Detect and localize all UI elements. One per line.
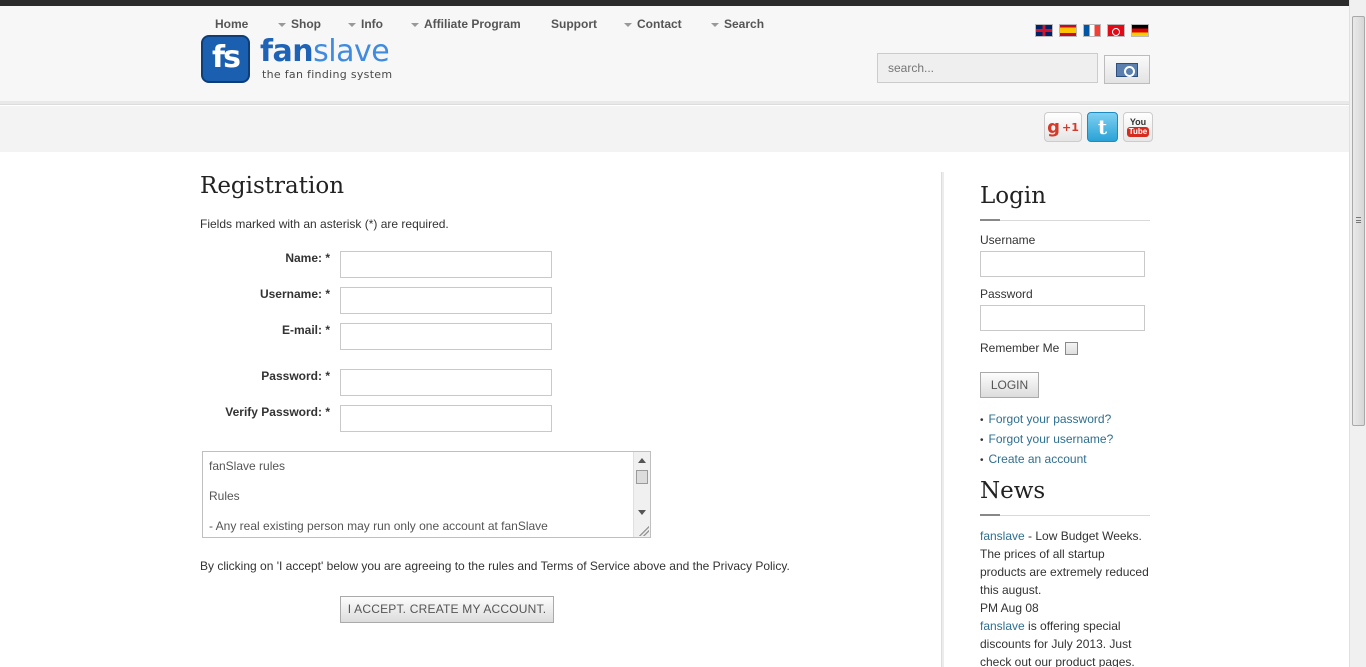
nav-contact[interactable]: Contact xyxy=(624,17,682,31)
header-separator xyxy=(0,101,1349,105)
login-password-input[interactable] xyxy=(980,305,1145,331)
youtube-icon-bottom: Tube xyxy=(1126,127,1150,137)
logo-wordmark: fanslave xyxy=(260,34,390,69)
page-scrollbar[interactable] xyxy=(1349,0,1366,667)
email-label: E-mail: * xyxy=(281,323,330,337)
remember-me-label: Remember Me xyxy=(980,341,1060,355)
link-text: Forgot your username? xyxy=(988,432,1114,446)
page-scroll-thumb[interactable] xyxy=(1352,16,1365,426)
nav-affiliate-program[interactable]: Affiliate Program xyxy=(411,17,521,31)
login-title-rule xyxy=(980,219,1150,221)
create-account-link[interactable]: Create an account xyxy=(980,450,1113,470)
grip-icon xyxy=(1356,217,1361,223)
news-list: fanslave - Low Budget Weeks. The prices … xyxy=(980,527,1150,667)
login-username-label: Username xyxy=(980,233,1036,247)
login-username-input[interactable] xyxy=(980,251,1145,277)
nav-label: Contact xyxy=(637,17,682,31)
nav-shop[interactable]: Shop xyxy=(278,17,321,31)
language-flags xyxy=(1035,24,1149,37)
logo-tagline: the fan finding system xyxy=(262,68,393,81)
nav-info[interactable]: Info xyxy=(348,17,383,31)
youtube-button[interactable]: You Tube xyxy=(1123,112,1153,142)
chevron-down-icon xyxy=(624,22,632,27)
link-text: Create an account xyxy=(988,452,1087,466)
verify-password-field[interactable] xyxy=(340,405,552,432)
name-field[interactable] xyxy=(340,251,552,278)
forgot-username-link[interactable]: Forgot your username? xyxy=(980,430,1114,450)
rules-heading: fanSlave rules xyxy=(209,459,286,473)
nav-label: Search xyxy=(724,17,765,31)
news-item: fanslave is offering special discounts f… xyxy=(980,617,1150,667)
flag-tr-icon[interactable] xyxy=(1107,24,1125,37)
rules-content: fanSlave rules Rules - Any real existing… xyxy=(209,459,548,537)
login-password-label: Password xyxy=(980,287,1033,301)
search-button[interactable] xyxy=(1104,55,1150,84)
logo-word-fan: fan xyxy=(260,34,314,69)
nav-support[interactable]: Support xyxy=(551,17,597,31)
scroll-down-icon[interactable] xyxy=(638,510,646,515)
rules-line: - Any real existing person may run only … xyxy=(209,519,548,533)
name-label: Name: * xyxy=(285,251,330,265)
news-link[interactable]: fanslave xyxy=(980,529,1025,543)
news-item: fanslave - Low Budget Weeks. The prices … xyxy=(980,527,1150,599)
search-icon xyxy=(1116,62,1138,77)
scroll-thumb[interactable] xyxy=(636,470,648,484)
search-input[interactable] xyxy=(877,53,1098,83)
password-field[interactable] xyxy=(340,369,552,396)
flag-es-icon[interactable] xyxy=(1059,24,1077,37)
flag-de-icon[interactable] xyxy=(1131,24,1149,37)
create-account-button[interactable]: I ACCEPT. CREATE MY ACCOUNT. xyxy=(340,596,554,623)
youtube-icon-top: You xyxy=(1129,117,1147,127)
account-links: Forgot your password? Forgot your userna… xyxy=(980,410,1114,470)
verify-password-label: Verify Password: * xyxy=(225,405,330,419)
password-label: Password: * xyxy=(261,369,330,383)
chevron-down-icon xyxy=(411,22,419,27)
required-note: Fields marked with an asterisk (*) are r… xyxy=(200,217,449,231)
rules-scrollbar[interactable] xyxy=(633,452,650,537)
twitter-button[interactable]: t xyxy=(1087,112,1118,142)
flag-uk-icon[interactable] xyxy=(1035,24,1053,37)
nav-label: Shop xyxy=(291,17,321,31)
resize-grip-icon[interactable] xyxy=(639,526,649,536)
chevron-down-icon xyxy=(348,22,356,27)
logo-word-slave: slave xyxy=(313,34,390,69)
nav-search[interactable]: Search xyxy=(711,17,764,31)
google-plus-button[interactable]: g +1 xyxy=(1044,112,1082,142)
username-field[interactable] xyxy=(340,287,552,314)
google-plus-icon: g xyxy=(1047,116,1060,138)
news-link[interactable]: fanslave xyxy=(980,619,1025,633)
google-plus-label: +1 xyxy=(1062,120,1079,134)
nav-label: Support xyxy=(551,17,597,31)
nav-label: Affiliate Program xyxy=(424,17,521,31)
chevron-down-icon xyxy=(278,22,286,27)
username-label: Username: * xyxy=(259,287,330,301)
nav-label: Info xyxy=(361,17,383,31)
chevron-down-icon xyxy=(711,22,719,27)
remember-me-checkbox[interactable] xyxy=(1065,342,1078,355)
forgot-password-link[interactable]: Forgot your password? xyxy=(980,410,1113,430)
news-date: PM Aug 08 xyxy=(980,601,1039,615)
link-text: Forgot your password? xyxy=(988,412,1112,426)
rules-subheading: Rules xyxy=(209,489,240,503)
rules-textarea[interactable]: fanSlave rules Rules - Any real existing… xyxy=(202,451,651,538)
news-title: News xyxy=(980,478,1046,504)
news-title-rule xyxy=(980,514,1150,516)
nav-home[interactable]: Home xyxy=(215,17,248,31)
column-divider xyxy=(941,172,944,667)
login-button[interactable]: LOGIN xyxy=(980,372,1039,398)
email-field[interactable] xyxy=(340,323,552,350)
twitter-icon: t xyxy=(1097,115,1108,139)
logo-mark-icon: fs xyxy=(201,35,250,83)
nav-label: Home xyxy=(215,17,249,31)
site-logo[interactable]: fs fanslave the fan finding system xyxy=(201,35,401,85)
scroll-up-icon[interactable] xyxy=(638,458,646,463)
login-title: Login xyxy=(980,183,1047,209)
flag-fr-icon[interactable] xyxy=(1083,24,1101,37)
agree-text: By clicking on 'I accept' below you are … xyxy=(200,559,790,573)
page-title: Registration xyxy=(200,173,345,199)
